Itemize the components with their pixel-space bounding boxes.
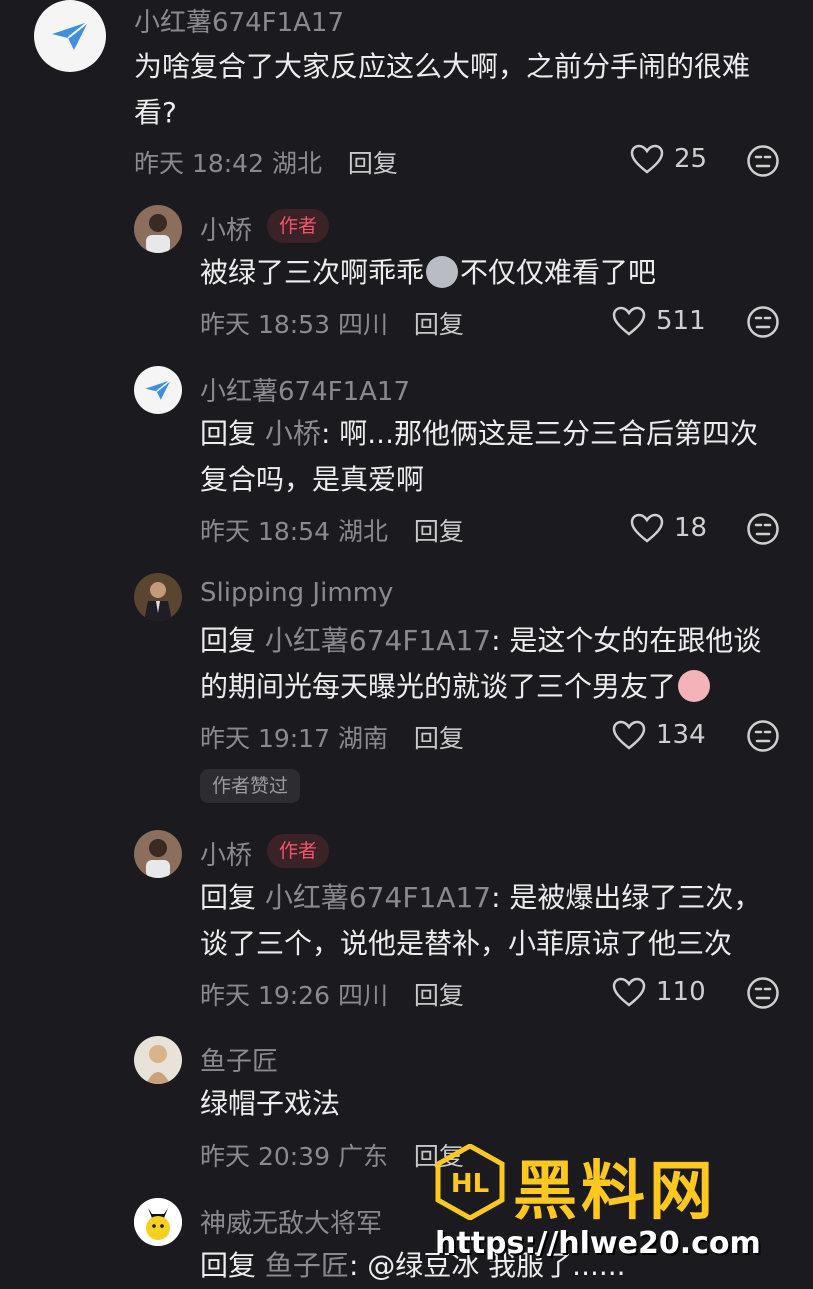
like-count: 511 [656, 306, 706, 336]
heart-icon [630, 513, 664, 543]
watermark-logo-icon: HL [435, 1144, 505, 1220]
comment-username[interactable]: 小桥 [200, 835, 252, 872]
like-button[interactable]: 25 [630, 144, 707, 174]
author-badge: 作者 [267, 209, 330, 243]
comment-text: 回复 小红薯674F1A17: 是这个女的在跟他谈 的期间光每天曝光的就谈了三个… [200, 624, 762, 703]
dislike-icon[interactable] [746, 719, 780, 753]
author-badge: 作者 [267, 834, 330, 868]
reply-to-user[interactable]: 小红薯674F1A17 [265, 881, 491, 914]
cartoon-avatar-icon [134, 1198, 182, 1246]
comment-text: 绿帽子戏法 [200, 1087, 341, 1120]
comment-username[interactable]: 神威无敌大将军 [200, 1203, 382, 1240]
reply-button[interactable]: 回复 [348, 149, 398, 178]
comment-meta: 昨天 19:26 四川 回复 [200, 981, 464, 1010]
like-count: 110 [656, 977, 706, 1007]
person-avatar-icon [134, 205, 182, 253]
dislike-icon[interactable] [746, 512, 780, 546]
heart-icon [612, 720, 646, 750]
dislike-icon[interactable] [746, 305, 780, 339]
like-count: 18 [674, 513, 708, 543]
comment-username[interactable]: 小红薯674F1A17 [134, 2, 344, 39]
avatar[interactable] [134, 205, 182, 253]
reply-to-user[interactable]: 鱼子匠 [265, 1249, 349, 1282]
avatar[interactable] [134, 1036, 182, 1084]
paper-plane-icon [145, 379, 172, 400]
heart-icon [612, 306, 646, 336]
avatar[interactable] [134, 573, 182, 621]
avatar[interactable] [134, 830, 182, 878]
dislike-icon[interactable] [746, 976, 780, 1010]
comment-username[interactable]: 鱼子匠 [200, 1041, 278, 1078]
person-avatar-icon [134, 573, 182, 621]
avatar[interactable] [134, 366, 182, 414]
like-button[interactable]: 134 [612, 720, 706, 750]
crying-emoji-icon [678, 670, 711, 702]
like-button[interactable]: 18 [630, 513, 707, 543]
heart-icon [630, 144, 664, 174]
avatar[interactable] [34, 0, 106, 72]
reply-button[interactable]: 回复 [414, 724, 464, 753]
comment-username[interactable]: 小红薯674F1A17 [200, 371, 410, 408]
like-count: 134 [656, 720, 706, 750]
like-button[interactable]: 110 [612, 977, 706, 1007]
person-avatar-icon [134, 1036, 182, 1084]
reply-to-user[interactable]: 小桥 [265, 417, 321, 450]
comment-meta: 昨天 18:42 湖北 回复 [134, 149, 398, 178]
comment-meta: 昨天 18:53 四川 回复 [200, 310, 464, 339]
author-liked-badge: 作者赞过 [200, 769, 301, 803]
reply-button[interactable]: 回复 [414, 517, 464, 546]
watermark-url: https://hlwe20.com [435, 1226, 761, 1261]
watermark: HL 黑料网 https://hlwe20.com [435, 1140, 813, 1280]
emoji-icon [426, 256, 459, 288]
reply-button[interactable]: 回复 [414, 981, 464, 1010]
reply-to-user[interactable]: 小红薯674F1A17 [265, 624, 491, 657]
reply-button[interactable]: 回复 [414, 310, 464, 339]
comment-username[interactable]: 小桥 [200, 210, 252, 247]
comment-meta: 昨天 19:17 湖南 回复 [200, 724, 464, 753]
heart-icon [612, 977, 646, 1007]
comment-text: 回复 小红薯674F1A17: 是被爆出绿了三次， 谈了三个，说他是替补，小菲原… [200, 881, 762, 960]
avatar[interactable] [134, 1198, 182, 1246]
comment-text: 被绿了三次啊乖乖 不仅仅难看了吧 [200, 256, 657, 289]
watermark-logo-text: HL [451, 1169, 489, 1199]
comment-username[interactable]: Slipping Jimmy [200, 578, 393, 608]
watermark-title: 黑料网 [513, 1155, 717, 1229]
comment-meta: 昨天 20:39 广东 回复 [200, 1142, 464, 1171]
person-avatar-icon [134, 830, 182, 878]
like-count: 25 [674, 144, 708, 174]
dislike-icon[interactable] [746, 144, 780, 178]
comment-meta: 昨天 18:54 湖北 回复 [200, 517, 464, 546]
paper-plane-icon [52, 21, 89, 50]
like-button[interactable]: 511 [612, 306, 706, 336]
comment-text: 为啥复合了大家反应这么大啊，之前分手闹的很难 看? [134, 50, 751, 129]
comment-text: 回复 小桥: 啊...那他俩这是三分三合后第四次 复合吗，是真爱啊 [200, 417, 758, 496]
